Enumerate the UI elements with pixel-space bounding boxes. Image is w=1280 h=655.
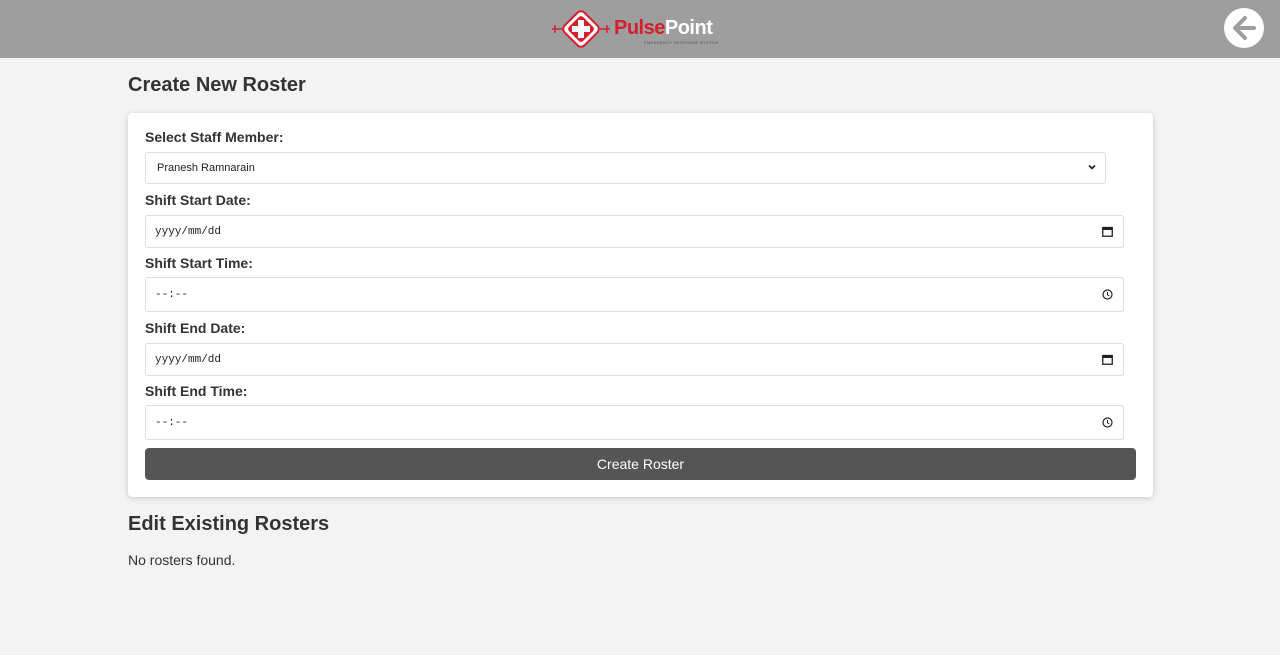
no-rosters-message: No rosters found. — [128, 552, 236, 568]
logo-tagline: EMERGENCY RESPONSE SYSTEM — [644, 40, 719, 45]
shift-start-date-label: Shift Start Date: — [145, 192, 251, 208]
create-roster-form: Select Staff Member: Pranesh Ramnarain S… — [128, 113, 1153, 497]
staff-member-select[interactable]: Pranesh Ramnarain — [145, 152, 1106, 184]
logo-pulse-text: Pulse — [614, 17, 665, 39]
shift-start-date-input[interactable]: yyyy/mm/dd — [145, 215, 1124, 248]
staff-member-value: Pranesh Ramnarain — [157, 162, 255, 174]
calendar-icon[interactable] — [1101, 354, 1113, 366]
clock-icon[interactable] — [1101, 417, 1113, 429]
shift-end-time-label: Shift End Time: — [145, 383, 248, 399]
create-roster-button[interactable]: Create Roster — [145, 448, 1136, 480]
edit-rosters-title: Edit Existing Rosters — [128, 513, 330, 535]
staff-member-label: Select Staff Member: — [145, 129, 284, 145]
shift-end-date-placeholder: yyyy/mm/dd — [155, 353, 222, 366]
shift-end-time-input[interactable]: --:-- — [145, 405, 1124, 440]
shift-start-time-input[interactable]: --:-- — [145, 277, 1124, 312]
back-button[interactable] — [1224, 8, 1264, 48]
calendar-icon[interactable] — [1101, 226, 1113, 238]
clock-icon[interactable] — [1101, 289, 1113, 301]
logo-wordmark: PulsePoint — [614, 17, 713, 39]
create-roster-title: Create New Roster — [128, 74, 306, 96]
shift-end-date-label: Shift End Date: — [145, 320, 246, 336]
arrow-left-icon — [1233, 16, 1256, 40]
shift-end-time-placeholder: --:-- — [155, 416, 189, 429]
logo-cross-icon — [552, 10, 610, 48]
chevron-down-icon — [1087, 159, 1097, 177]
top-bar: PulsePoint EMERGENCY RESPONSE SYSTEM — [0, 0, 1280, 58]
shift-start-date-placeholder: yyyy/mm/dd — [155, 225, 222, 238]
shift-start-time-label: Shift Start Time: — [145, 255, 253, 271]
shift-start-time-placeholder: --:-- — [155, 288, 189, 301]
logo-point-text: Point — [664, 17, 713, 39]
shift-end-date-input[interactable]: yyyy/mm/dd — [145, 343, 1124, 376]
pulsepoint-logo[interactable]: PulsePoint EMERGENCY RESPONSE SYSTEM — [552, 8, 722, 50]
